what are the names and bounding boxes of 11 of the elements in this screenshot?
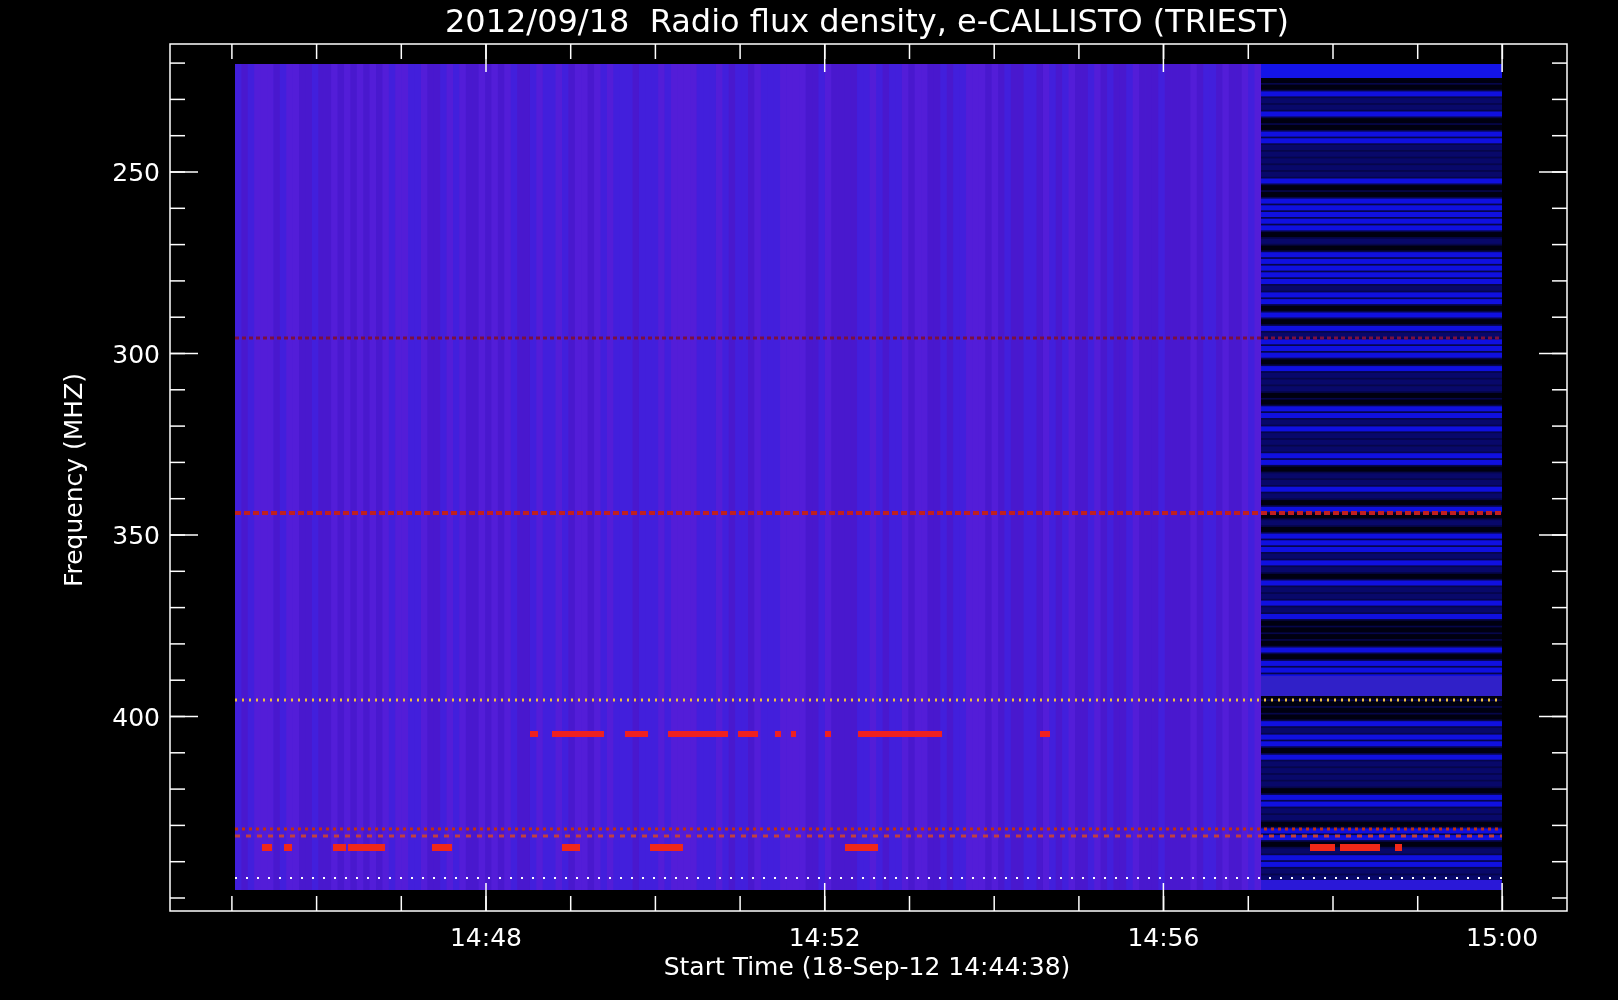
y-tick-label: 300	[112, 339, 160, 369]
y-axis-label: Frequency (MHZ)	[59, 372, 88, 588]
plot-title: 2012/09/18 Radio flux density, e-CALLISTO (TRIEST)	[444, 2, 1290, 40]
x-tick-label: 14:52	[788, 923, 861, 952]
x-tick-label: 14:56	[1127, 923, 1200, 952]
y-tick-label: 400	[112, 702, 160, 732]
y-tick-label: 250	[112, 158, 160, 187]
x-tick-label: 15:00	[1466, 923, 1539, 952]
y-tick-label: 350	[112, 521, 160, 550]
x-tick-label: 14:48	[450, 923, 522, 952]
x-axis-label: Start Time (18-Sep-12 14:44:38)	[663, 952, 1071, 981]
